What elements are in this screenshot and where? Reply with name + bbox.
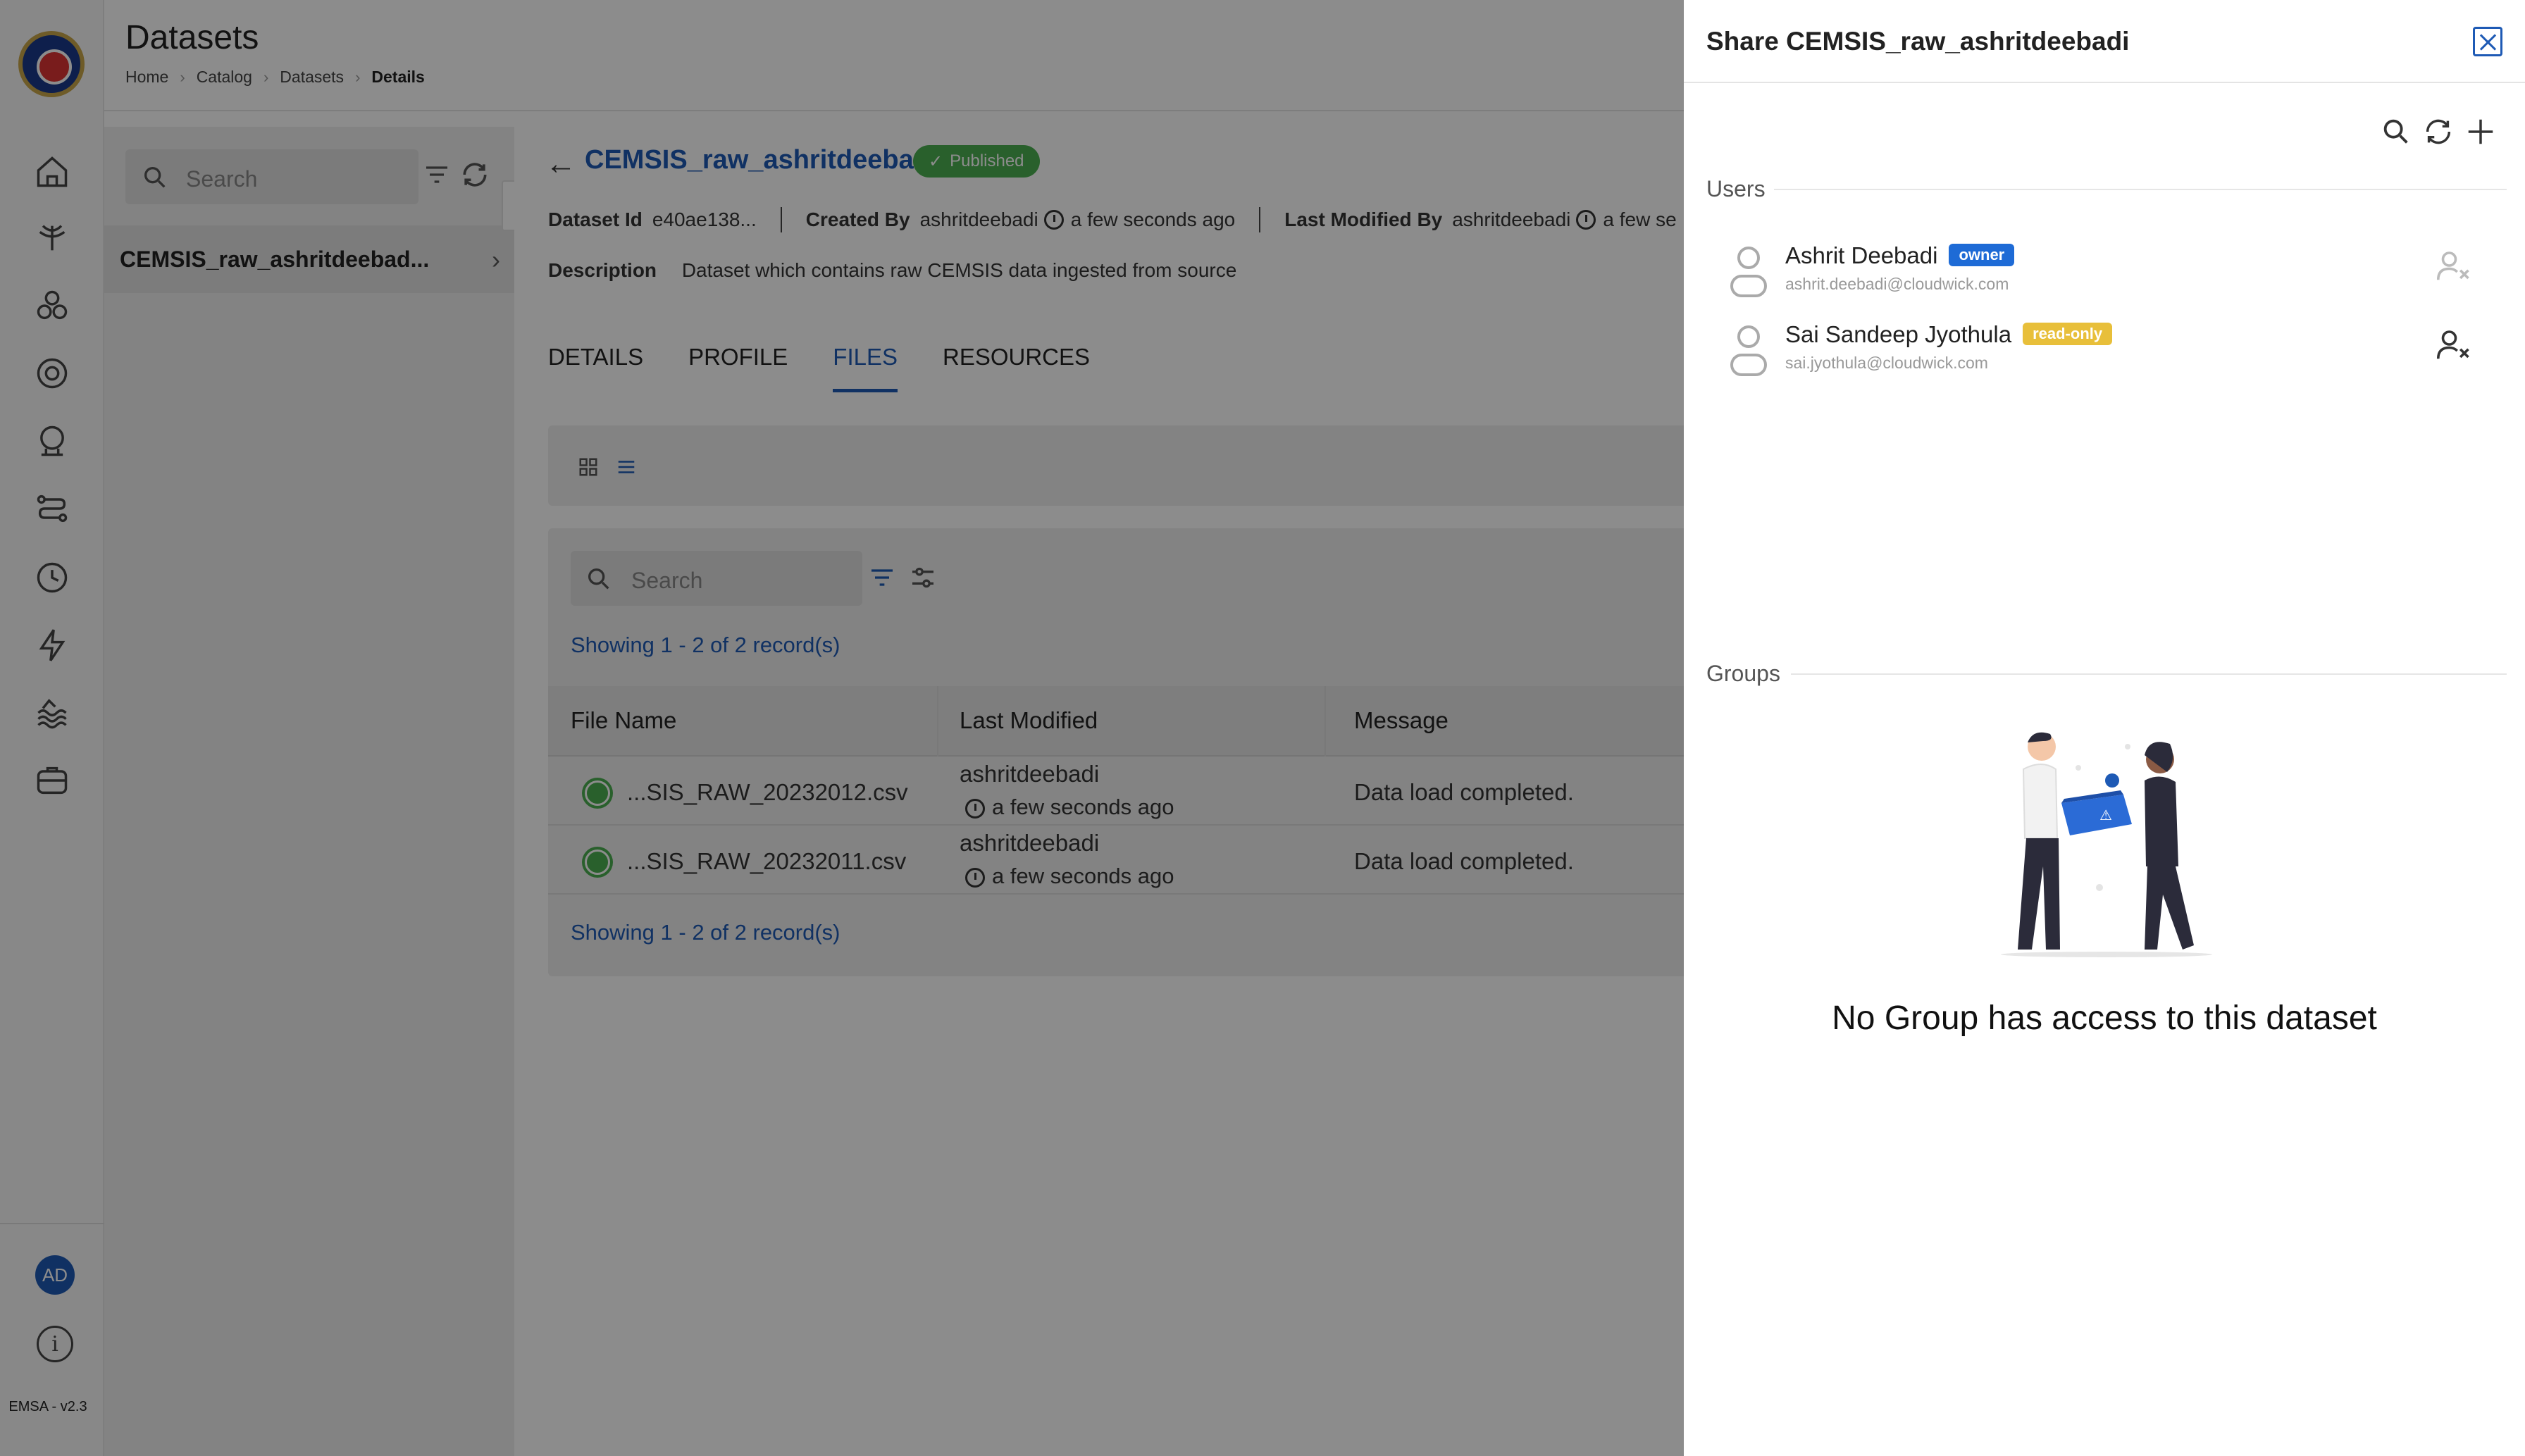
user-icon: [1730, 325, 1767, 376]
user-name: Ashrit Deebadi owner: [1785, 242, 2015, 269]
empty-groups-message: No Group has access to this dataset: [1832, 1000, 2377, 1037]
divider: [1774, 189, 2507, 190]
role-badge-read-only: read-only: [2023, 323, 2113, 346]
empty-state-illustration: ⚠: [2001, 732, 2212, 957]
user-name-text: Ashrit Deebadi: [1785, 242, 1938, 268]
add-icon[interactable]: [2464, 116, 2497, 148]
remove-user-icon[interactable]: [2433, 325, 2471, 363]
refresh-icon[interactable]: [2422, 116, 2455, 148]
search-icon[interactable]: [2380, 116, 2412, 148]
modal-overlay[interactable]: [0, 0, 1684, 1456]
svg-text:⚠: ⚠: [2099, 807, 2112, 823]
users-section-label: Users: [1706, 176, 1766, 201]
close-icon[interactable]: [2473, 27, 2502, 56]
divider: [1791, 673, 2507, 675]
user-row: Ashrit Deebadi owner ashrit.deebadi@cloud…: [1684, 239, 2525, 310]
user-email: sai.jyothula@cloudwick.com: [1785, 354, 1988, 372]
user-row: Sai Sandeep Jyothula read-only sai.jyothu…: [1684, 318, 2525, 389]
user-email: ashrit.deebadi@cloudwick.com: [1785, 275, 2009, 293]
remove-user-icon[interactable]: [2433, 247, 2471, 285]
role-badge-owner: owner: [1949, 244, 2015, 267]
user-name: Sai Sandeep Jyothula read-only: [1785, 321, 2113, 348]
share-drawer: Share CEMSIS_raw_ashritdeebadi Users Ash…: [1684, 0, 2525, 1456]
groups-section-label: Groups: [1706, 661, 1780, 686]
drawer-title: Share CEMSIS_raw_ashritdeebadi: [1706, 27, 2130, 56]
user-icon: [1730, 247, 1767, 297]
drawer-header: Share CEMSIS_raw_ashritdeebadi: [1684, 0, 2525, 83]
user-name-text: Sai Sandeep Jyothula: [1785, 321, 2012, 347]
